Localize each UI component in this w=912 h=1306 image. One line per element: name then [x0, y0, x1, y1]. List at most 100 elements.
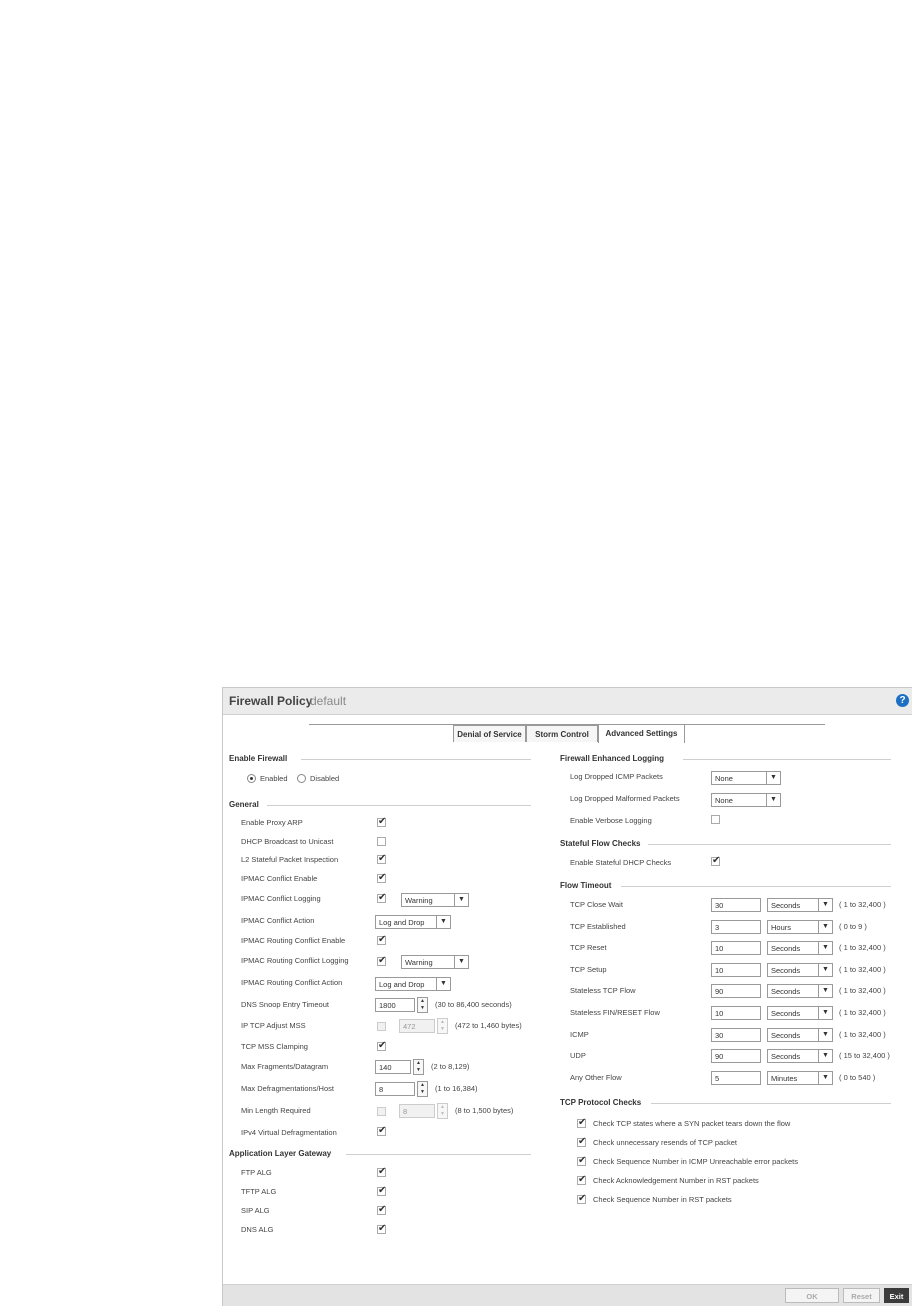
- ipmac-routing-conflict-logging-select[interactable]: Warning ▼: [401, 955, 469, 969]
- dns-snoop-timeout-stepper[interactable]: ▲ ▼: [417, 997, 428, 1013]
- dns-alg-checkbox[interactable]: [377, 1223, 386, 1234]
- flow-tcp-close-wait-unit-select[interactable]: Seconds ▼: [767, 898, 833, 912]
- ipmac-conflict-action-select[interactable]: Log and Drop ▼: [375, 915, 451, 929]
- ipmac-conflict-logging-checkbox[interactable]: [377, 892, 386, 903]
- help-icon[interactable]: ?: [896, 694, 909, 707]
- flow-stateless-tcp-flow-unit-select[interactable]: Seconds ▼: [767, 984, 833, 998]
- chevron-down-icon: ▼: [436, 978, 450, 990]
- ipmac-routing-conflict-action-select[interactable]: Log and Drop ▼: [375, 977, 451, 991]
- enabled-radio[interactable]: [247, 774, 256, 783]
- chevron-down-icon: ▼: [766, 772, 780, 784]
- chevron-down-icon: ▼: [818, 921, 832, 933]
- tcp-check-4-checkbox[interactable]: [577, 1174, 586, 1185]
- l2-stateful-checkbox[interactable]: [377, 853, 386, 864]
- flow-tcp-close-wait-input[interactable]: 30: [711, 898, 761, 912]
- disabled-radio[interactable]: [297, 774, 306, 783]
- tftp-alg-checkbox[interactable]: [377, 1185, 386, 1196]
- ip-tcp-adjust-mss-checkbox[interactable]: [377, 1022, 386, 1031]
- section-rule: [651, 1103, 891, 1104]
- alg-row-label: FTP ALG: [241, 1168, 272, 1177]
- alg-row-label: TFTP ALG: [241, 1187, 277, 1196]
- flow-tcp-reset-input[interactable]: 10: [711, 941, 761, 955]
- tcp-mss-clamping-checkbox[interactable]: [377, 1040, 386, 1051]
- flow-stateless-fin-reset-flow-input[interactable]: 10: [711, 1006, 761, 1020]
- flow-tcp-setup-range: ( 1 to 32,400 ): [839, 965, 886, 974]
- general-row-label: TCP MSS Clamping: [241, 1042, 308, 1051]
- input-value: 8: [403, 1107, 408, 1116]
- log-icmp-label: Log Dropped ICMP Packets: [570, 772, 663, 781]
- title-bar: Firewall Policy default ?: [223, 688, 912, 715]
- flow-any-other-flow-unit-select[interactable]: Minutes ▼: [767, 1071, 833, 1085]
- ip-tcp-adjust-mss-input[interactable]: 472: [399, 1019, 435, 1033]
- dhcp-broadcast-checkbox[interactable]: [377, 837, 386, 846]
- chevron-down-icon: ▼: [818, 899, 832, 911]
- flow-stateless-tcp-flow-range: ( 1 to 32,400 ): [839, 986, 886, 995]
- select-value: Warning: [405, 896, 433, 905]
- tab-denial-of-service[interactable]: Denial of Service: [453, 725, 526, 742]
- select-value: Seconds: [771, 901, 801, 910]
- flow-stateless-fin-reset-flow-unit-select[interactable]: Seconds ▼: [767, 1006, 833, 1020]
- ipmac-routing-conflict-enable-checkbox[interactable]: [377, 934, 386, 945]
- flow-tcp-established-label: TCP Established: [570, 922, 626, 931]
- log-dropped-icmp-select[interactable]: None ▼: [711, 771, 781, 785]
- flow-tcp-setup-input[interactable]: 10: [711, 963, 761, 977]
- firewall-policy-panel: Firewall Policy default ? Denial of Serv…: [222, 687, 912, 1306]
- tcp-check-1-checkbox[interactable]: [577, 1117, 586, 1128]
- max-fragments-stepper[interactable]: ▲ ▼: [413, 1059, 424, 1075]
- select-value: Seconds: [771, 1052, 801, 1061]
- ftp-alg-checkbox[interactable]: [377, 1166, 386, 1177]
- tcp-check-3-checkbox[interactable]: [577, 1155, 586, 1166]
- flow-tcp-established-input[interactable]: 3: [711, 920, 761, 934]
- tcp-check-2-checkbox[interactable]: [577, 1136, 586, 1147]
- sip-alg-checkbox[interactable]: [377, 1204, 386, 1215]
- select-value: Log and Drop: [379, 980, 425, 989]
- chevron-down-icon: ▼: [454, 956, 468, 968]
- log-dropped-malformed-select[interactable]: None ▼: [711, 793, 781, 807]
- max-defragmentations-hint: (1 to 16,384): [435, 1084, 478, 1093]
- flow-udp-unit-select[interactable]: Seconds ▼: [767, 1049, 833, 1063]
- flow-tcp-reset-label: TCP Reset: [570, 943, 607, 952]
- input-value: 3: [715, 923, 720, 932]
- dns-snoop-timeout-input[interactable]: 1800: [375, 998, 415, 1012]
- exit-button[interactable]: Exit: [884, 1288, 909, 1303]
- verbose-logging-checkbox[interactable]: [711, 815, 720, 824]
- general-row-label: IPMAC Routing Conflict Action: [241, 978, 343, 987]
- reset-button[interactable]: Reset: [843, 1288, 880, 1303]
- ok-button[interactable]: OK: [785, 1288, 839, 1303]
- enable-proxy-arp-checkbox[interactable]: [377, 816, 386, 827]
- tab-storm-control[interactable]: Storm Control: [526, 725, 598, 742]
- flow-icmp-input[interactable]: 30: [711, 1028, 761, 1042]
- input-value: 5: [715, 1074, 720, 1083]
- min-length-required-input[interactable]: 8: [399, 1104, 435, 1118]
- ip-tcp-adjust-mss-stepper[interactable]: ▲ ▼: [437, 1018, 448, 1034]
- min-length-required-checkbox[interactable]: [377, 1107, 386, 1116]
- stateful-dhcp-checkbox[interactable]: [711, 855, 720, 866]
- flow-udp-input[interactable]: 90: [711, 1049, 761, 1063]
- ipmac-conflict-enable-checkbox[interactable]: [377, 872, 386, 883]
- flow-tcp-established-unit-select[interactable]: Hours ▼: [767, 920, 833, 934]
- ipv4-virtual-defrag-checkbox[interactable]: [377, 1125, 386, 1136]
- flow-tcp-reset-unit-select[interactable]: Seconds ▼: [767, 941, 833, 955]
- flow-tcp-established-range: ( 0 to 9 ): [839, 922, 867, 931]
- flow-timeout-heading: Flow Timeout: [560, 881, 612, 890]
- stateful-flow-heading: Stateful Flow Checks: [560, 839, 641, 848]
- flow-icmp-unit-select[interactable]: Seconds ▼: [767, 1028, 833, 1042]
- flow-stateless-fin-reset-flow-label: Stateless FIN/RESET Flow: [570, 1008, 660, 1017]
- select-value: Seconds: [771, 944, 801, 953]
- flow-any-other-flow-input[interactable]: 5: [711, 1071, 761, 1085]
- log-malformed-label: Log Dropped Malformed Packets: [570, 794, 680, 803]
- tcp-check-5-checkbox[interactable]: [577, 1193, 586, 1204]
- ipmac-routing-conflict-logging-checkbox[interactable]: [377, 955, 386, 966]
- max-defragmentations-stepper[interactable]: ▲ ▼: [417, 1081, 428, 1097]
- section-rule: [346, 1154, 531, 1155]
- input-value: 30: [715, 1031, 724, 1040]
- ipmac-conflict-logging-select[interactable]: Warning ▼: [401, 893, 469, 907]
- min-length-required-stepper[interactable]: ▲ ▼: [437, 1103, 448, 1119]
- flow-tcp-setup-unit-select[interactable]: Seconds ▼: [767, 963, 833, 977]
- flow-stateless-tcp-flow-input[interactable]: 90: [711, 984, 761, 998]
- general-row-label: IPMAC Conflict Action: [241, 916, 315, 925]
- max-fragments-input[interactable]: 140: [375, 1060, 411, 1074]
- general-row-label: L2 Stateful Packet Inspection: [241, 855, 339, 864]
- max-defragmentations-input[interactable]: 8: [375, 1082, 415, 1096]
- tab-advanced-settings[interactable]: Advanced Settings: [598, 724, 685, 743]
